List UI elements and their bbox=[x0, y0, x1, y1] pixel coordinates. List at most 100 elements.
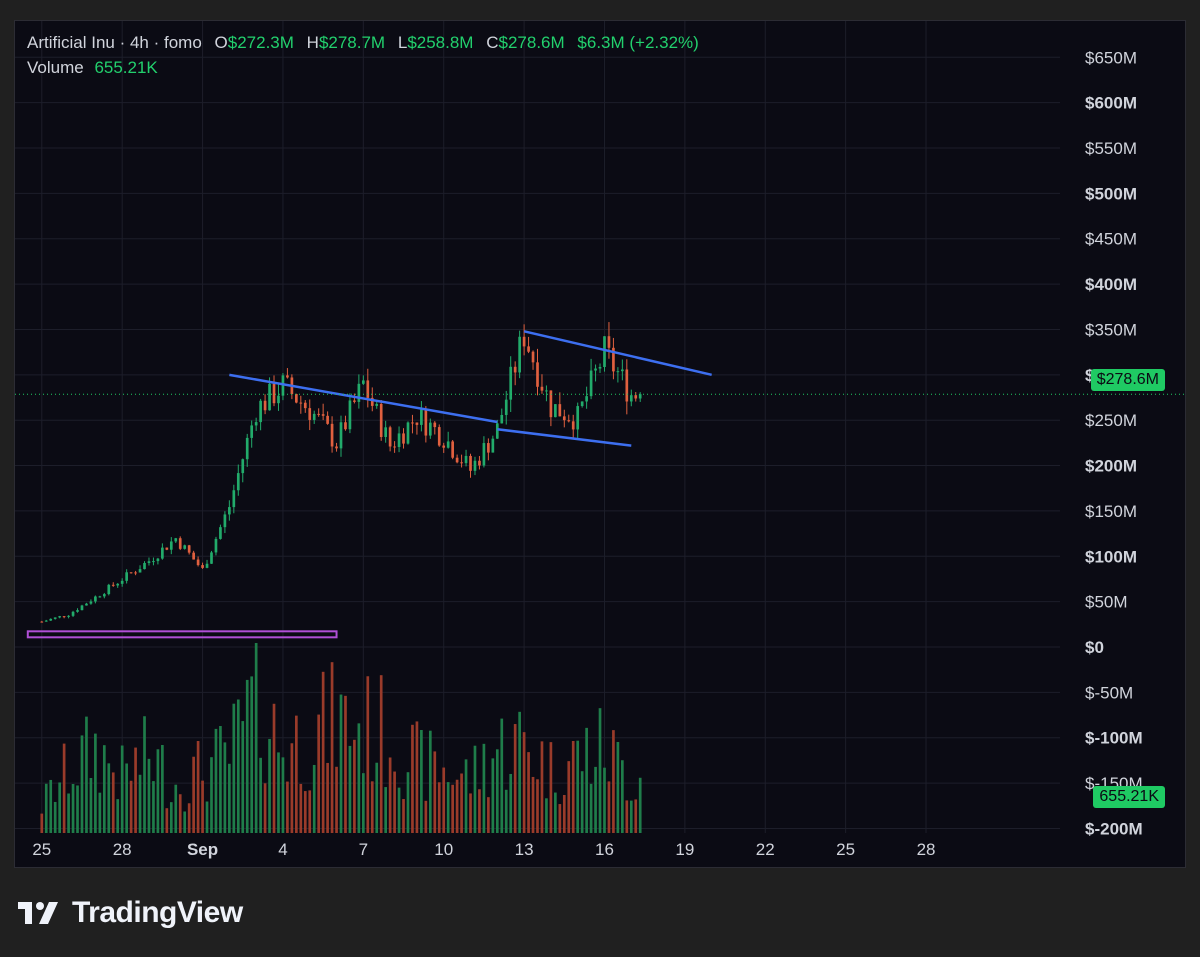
low-label: L bbox=[397, 33, 408, 52]
candle-body bbox=[120, 580, 124, 584]
volume-bar bbox=[53, 801, 57, 833]
candle-body bbox=[406, 422, 410, 444]
volume-bar bbox=[554, 792, 557, 833]
candle-body bbox=[76, 610, 79, 612]
volume-bar bbox=[504, 789, 508, 833]
candle-body bbox=[245, 437, 249, 460]
x-tick-label: 22 bbox=[756, 840, 775, 859]
open-label: O bbox=[214, 33, 228, 52]
volume-bar bbox=[263, 783, 267, 833]
volume-bar bbox=[241, 721, 245, 833]
volume-bar bbox=[540, 741, 544, 833]
volume-bar bbox=[562, 794, 566, 833]
price-chart[interactable]: $650M$600M$550M$500M$450M$400M$350M$300M… bbox=[15, 21, 1186, 868]
volume-bar bbox=[277, 752, 280, 833]
candle-body bbox=[174, 538, 178, 542]
x-tick-label: 13 bbox=[515, 840, 534, 859]
volume-tag: 655.21K bbox=[1093, 786, 1165, 808]
volume-bar bbox=[428, 730, 432, 833]
volume-label: Volume bbox=[27, 58, 84, 77]
footer-brand[interactable]: TradingView bbox=[18, 896, 243, 930]
volume-bar bbox=[607, 781, 611, 833]
volume-bar bbox=[482, 743, 486, 833]
volume-bar bbox=[603, 767, 606, 833]
y-tick-label: $500M bbox=[1085, 184, 1137, 203]
y-tick-label: $250M bbox=[1085, 411, 1137, 430]
volume-bar bbox=[107, 763, 111, 833]
volume-bar bbox=[509, 773, 513, 833]
volume-bar bbox=[205, 801, 209, 833]
volume-bar bbox=[621, 760, 624, 833]
y-tick-label: $350M bbox=[1085, 320, 1137, 339]
candle-body bbox=[321, 414, 325, 416]
volume-bar bbox=[437, 782, 441, 833]
volume-bar bbox=[545, 798, 548, 833]
volume-bar bbox=[223, 742, 227, 833]
y-tick-label: $450M bbox=[1085, 230, 1137, 249]
candle-body bbox=[169, 541, 173, 550]
candle-body bbox=[411, 422, 414, 424]
candle-body bbox=[384, 427, 388, 437]
volume-bar bbox=[250, 676, 254, 833]
y-tick-label: $550M bbox=[1085, 139, 1137, 158]
volume-bar bbox=[491, 758, 495, 833]
volume-bar bbox=[147, 758, 151, 833]
candle-body bbox=[53, 617, 57, 619]
x-tick-label: Sep bbox=[187, 840, 218, 859]
close-value: $278.6M bbox=[498, 33, 565, 52]
volume-bar bbox=[295, 715, 298, 833]
candle-body bbox=[85, 603, 88, 606]
volume-bar bbox=[228, 763, 231, 833]
candle-body bbox=[205, 563, 209, 568]
y-tick-label: $400M bbox=[1085, 275, 1137, 294]
candle-body bbox=[348, 400, 352, 430]
candle-body bbox=[638, 394, 642, 399]
volume-bar bbox=[232, 703, 236, 833]
candle-body bbox=[219, 527, 222, 539]
candle-body bbox=[214, 538, 218, 553]
candle-body bbox=[330, 423, 334, 447]
volume-bar bbox=[549, 742, 553, 833]
volume-bar bbox=[353, 739, 356, 833]
volume-bar bbox=[165, 808, 169, 833]
candle-body bbox=[478, 460, 481, 466]
volume-bar bbox=[196, 741, 200, 833]
y-tick-label: $100M bbox=[1085, 547, 1137, 566]
volume-bar bbox=[567, 761, 571, 833]
volume-bar bbox=[370, 781, 374, 833]
candle-body bbox=[152, 561, 155, 563]
volume-bar bbox=[49, 779, 53, 833]
candle-body bbox=[254, 422, 258, 426]
volume-bar bbox=[174, 784, 178, 833]
candle-body bbox=[598, 366, 602, 369]
volume-bar bbox=[571, 741, 575, 833]
volume-bar bbox=[487, 797, 490, 833]
candle-body bbox=[495, 423, 499, 439]
candle-body bbox=[326, 415, 329, 424]
volume-bar bbox=[455, 779, 459, 833]
volume-bar bbox=[446, 782, 450, 833]
candle-body bbox=[464, 455, 468, 464]
volume-bar bbox=[98, 792, 102, 833]
candle-body bbox=[504, 399, 508, 415]
candle-body bbox=[161, 547, 164, 559]
volume-bar bbox=[344, 695, 347, 833]
volume-bar bbox=[527, 752, 530, 833]
y-tick-label: $200M bbox=[1085, 457, 1137, 476]
volume-bar bbox=[442, 767, 446, 833]
candle-body bbox=[482, 443, 486, 466]
volume-bar bbox=[594, 766, 597, 833]
chart-panel[interactable]: $650M$600M$550M$500M$450M$400M$350M$300M… bbox=[14, 20, 1186, 868]
volume-bar bbox=[125, 763, 128, 833]
candle-body bbox=[178, 538, 182, 549]
candle-body bbox=[567, 420, 571, 422]
candle-body bbox=[621, 369, 624, 372]
x-tick-label: 10 bbox=[434, 840, 453, 859]
candle-body bbox=[129, 572, 133, 574]
candle-body bbox=[44, 620, 48, 622]
volume-bar bbox=[40, 813, 44, 833]
volume-bar bbox=[558, 804, 562, 833]
volume-bar bbox=[348, 745, 352, 833]
y-tick-label: $600M bbox=[1085, 94, 1137, 113]
candle-body bbox=[540, 386, 544, 391]
